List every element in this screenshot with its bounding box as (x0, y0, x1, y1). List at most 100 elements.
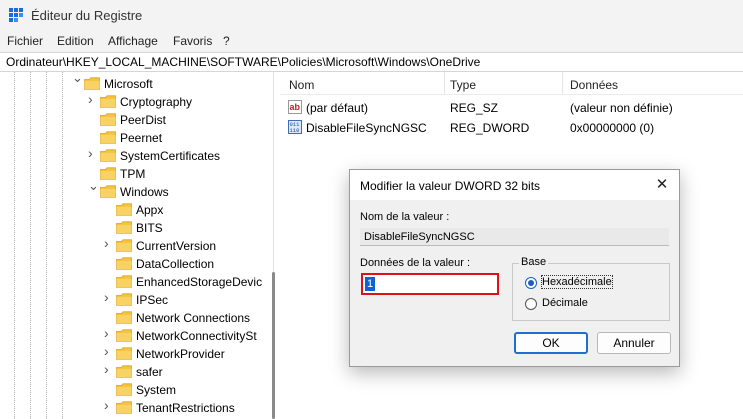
folder-icon (84, 77, 100, 90)
tree-item[interactable]: › IPSec (0, 290, 268, 309)
chevron-right-icon[interactable]: › (104, 236, 114, 250)
folder-icon (116, 347, 132, 360)
folder-icon (116, 293, 132, 306)
chevron-right-icon[interactable]: › (104, 398, 114, 412)
close-icon[interactable]: ✕ (653, 176, 671, 194)
tree-item-label: TenantRestrictions (136, 401, 235, 415)
radio-decimal[interactable] (525, 298, 537, 310)
value-data-text: 1 (365, 277, 376, 291)
column-separator[interactable] (562, 72, 563, 94)
tree-item[interactable]: Peernet (0, 129, 268, 147)
svg-text:ab: ab (290, 102, 301, 112)
menu-bar: Fichier Edition Affichage Favoris ? (0, 32, 743, 52)
address-path: Ordinateur\HKEY_LOCAL_MACHINE\SOFTWARE\P… (6, 55, 481, 69)
chevron-right-icon[interactable]: › (88, 146, 98, 160)
tree-item-label: NetworkProvider (136, 347, 225, 361)
tree-item-label: CurrentVersion (136, 239, 217, 253)
tree-item-label: Microsoft (104, 77, 153, 91)
value-data-input[interactable]: 1 (361, 273, 499, 295)
radio-hexadecimal[interactable] (525, 277, 537, 289)
chevron-right-icon[interactable]: › (104, 344, 114, 358)
tree-item[interactable]: › NetworkConnectivitySt (0, 326, 268, 345)
tree-item[interactable]: PeerDist (0, 111, 268, 129)
folder-icon (116, 203, 132, 216)
tree-item[interactable]: Appx (0, 201, 268, 219)
tree-item[interactable]: ⌄ Windows (0, 179, 268, 201)
folder-icon (116, 383, 132, 396)
scrollbar-thumb[interactable] (272, 272, 275, 419)
tree-item[interactable]: System (0, 381, 268, 399)
pane-splitter[interactable] (268, 72, 280, 419)
value-name-text: DisableFileSyncNGSC (364, 231, 475, 243)
folder-icon (116, 311, 132, 324)
tree-item-label: Peernet (120, 131, 163, 145)
tree-item-label: TPM (120, 167, 146, 181)
folder-icon (100, 95, 116, 108)
value-data: 0x00000000 (0) (570, 121, 655, 135)
svg-text:110: 110 (290, 127, 300, 134)
tree-item-label: Network Connections (136, 311, 251, 325)
tree-item[interactable]: Network Connections (0, 309, 268, 327)
tree-item-label: DataCollection (136, 257, 215, 271)
radio-hexadecimal-label[interactable]: Hexadécimale (541, 275, 613, 289)
folder-icon (116, 329, 132, 342)
tree-item[interactable]: DataCollection (0, 255, 268, 273)
tree-item[interactable]: › CurrentVersion (0, 236, 268, 255)
chevron-right-icon[interactable]: › (104, 326, 114, 340)
value-name-field: DisableFileSyncNGSC (360, 228, 669, 246)
tree-item-label: System (136, 383, 177, 397)
dialog-title-bar: Modifier la valeur DWORD 32 bits ✕ (350, 170, 679, 200)
tree-item[interactable]: BITS (0, 219, 268, 237)
title-bar: Éditeur du Registre (0, 0, 743, 32)
column-separator[interactable] (444, 72, 445, 94)
folder-icon (116, 401, 132, 414)
tree-item-label: Cryptography (120, 95, 193, 109)
ok-button[interactable]: OK (514, 332, 588, 354)
address-bar[interactable]: Ordinateur\HKEY_LOCAL_MACHINE\SOFTWARE\P… (0, 52, 743, 72)
value-row[interactable]: ab (par défaut) REG_SZ (valeur non défin… (280, 97, 743, 117)
tree-item-label: NetworkConnectivitySt (136, 329, 257, 343)
tree-item[interactable]: › TenantRestrictions (0, 398, 268, 417)
tree-item[interactable]: EnhancedStorageDevic (0, 273, 268, 291)
folder-icon (116, 257, 132, 270)
menu-favoris[interactable]: Favoris (173, 34, 212, 48)
tree-item[interactable]: TPM (0, 165, 268, 183)
base-group-label: Base (519, 256, 549, 268)
folder-icon (116, 239, 132, 252)
tree-item[interactable]: › SystemCertificates (0, 146, 268, 165)
menu-fichier[interactable]: Fichier (7, 34, 43, 48)
regedit-app-icon (9, 8, 23, 25)
column-nom[interactable]: Nom (289, 78, 314, 92)
chevron-right-icon[interactable]: › (88, 92, 98, 106)
value-row[interactable]: 011 110 DisableFileSyncNGSC REG_DWORD 0x… (280, 117, 743, 137)
menu-affichage[interactable]: Affichage (108, 34, 158, 48)
tree-item-label: PeerDist (120, 113, 167, 127)
chevron-right-icon[interactable]: › (104, 362, 114, 376)
tree-item[interactable]: › NetworkProvider (0, 344, 268, 363)
value-name: (par défaut) (306, 101, 369, 115)
value-type: REG_SZ (450, 101, 499, 115)
cancel-button[interactable]: Annuler (597, 332, 671, 354)
tree-item-label: BITS (136, 221, 163, 235)
value-data: (valeur non définie) (570, 101, 673, 115)
edit-dword-dialog: Modifier la valeur DWORD 32 bits ✕ Nom d… (349, 169, 680, 367)
value-data-label: Données de la valeur : (360, 257, 471, 269)
column-donnees[interactable]: Données (570, 78, 618, 92)
radio-decimal-label[interactable]: Décimale (542, 297, 588, 309)
chevron-down-icon[interactable]: ⌄ (88, 179, 99, 192)
tree-item-label: Windows (120, 185, 169, 199)
values-header: Nom Type Données (280, 72, 743, 95)
menu-help[interactable]: ? (223, 34, 230, 48)
folder-icon (116, 221, 132, 234)
tree-item[interactable]: ⌄ Microsoft (0, 72, 268, 93)
chevron-down-icon[interactable]: ⌄ (72, 72, 83, 84)
key-tree: ⌄ Microsoft › Cryptography PeerDist Peernet › S… (0, 72, 268, 419)
folder-icon (100, 149, 116, 162)
tree-item[interactable]: › Cryptography (0, 92, 268, 111)
column-type[interactable]: Type (450, 78, 476, 92)
chevron-right-icon[interactable]: › (104, 290, 114, 304)
menu-edition[interactable]: Edition (57, 34, 94, 48)
tree-item[interactable]: › safer (0, 362, 268, 381)
folder-icon (100, 185, 116, 198)
value-name-label: Nom de la valeur : (360, 211, 450, 223)
